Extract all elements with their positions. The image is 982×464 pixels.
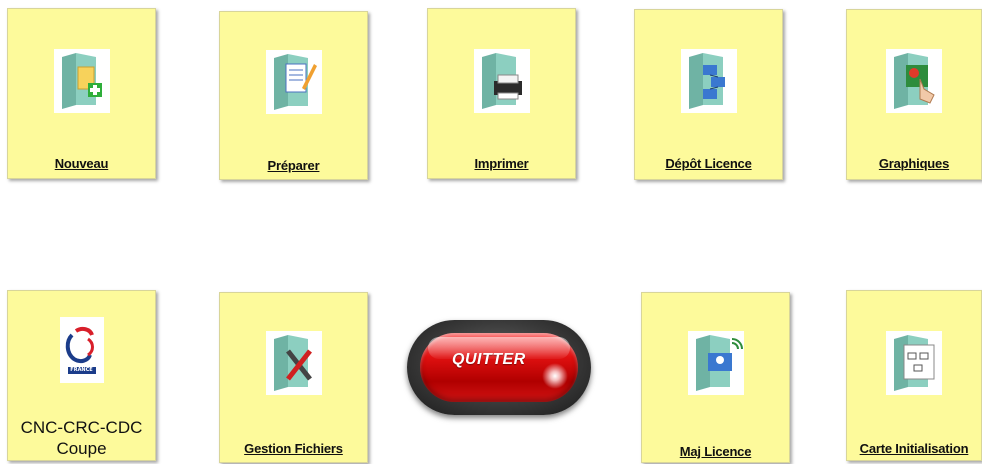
sparkle-icon	[542, 363, 568, 389]
tile-label[interactable]: Gestion Fichiers	[220, 441, 367, 456]
tile-depot-licence[interactable]: Dépôt Licence	[634, 9, 783, 180]
tile-carte-initialisation[interactable]: Carte Initialisation	[846, 290, 982, 461]
tile-label[interactable]: Préparer	[220, 158, 367, 173]
tile-preparer[interactable]: Préparer	[219, 11, 368, 180]
logo-text: FRANCE	[70, 367, 93, 373]
tile-nouveau[interactable]: Nouveau	[7, 8, 156, 179]
tile-label[interactable]: Maj Licence	[642, 444, 789, 459]
tile-label[interactable]: Imprimer	[428, 156, 575, 171]
tile-cnc-crc-cdc-coupe[interactable]: FRANCE CNC-CRC-CDC Coupe	[7, 290, 156, 461]
tile-gestion-fichiers[interactable]: Gestion Fichiers	[219, 292, 368, 463]
tile-graphiques[interactable]: Graphiques	[846, 9, 982, 180]
folder-new-icon	[53, 49, 110, 118]
folder-network-icon	[680, 49, 737, 118]
folder-tools-icon	[265, 331, 322, 400]
tile-label[interactable]: Carte Initialisation	[847, 441, 981, 456]
tile-label-line2[interactable]: Coupe	[8, 438, 155, 459]
folder-graphics-icon	[886, 49, 942, 118]
tile-label[interactable]: Dépôt Licence	[635, 156, 782, 171]
folder-edit-icon	[265, 50, 322, 119]
folder-printer-icon	[473, 49, 530, 118]
quit-button[interactable]: QUITTER	[407, 320, 591, 415]
tile-maj-licence[interactable]: Maj Licence	[641, 292, 790, 463]
france-rooster-logo-icon: FRANCE	[59, 317, 104, 388]
quit-label[interactable]: QUITTER	[452, 351, 526, 369]
init-card-icon	[886, 331, 942, 400]
tile-imprimer[interactable]: Imprimer	[427, 8, 576, 179]
quit-button-face[interactable]: QUITTER	[420, 333, 578, 402]
tile-label-line1[interactable]: CNC-CRC-CDC	[8, 417, 155, 438]
tile-label[interactable]: Nouveau	[8, 156, 155, 171]
folder-update-icon	[687, 331, 744, 400]
tile-label[interactable]: Graphiques	[847, 156, 981, 171]
